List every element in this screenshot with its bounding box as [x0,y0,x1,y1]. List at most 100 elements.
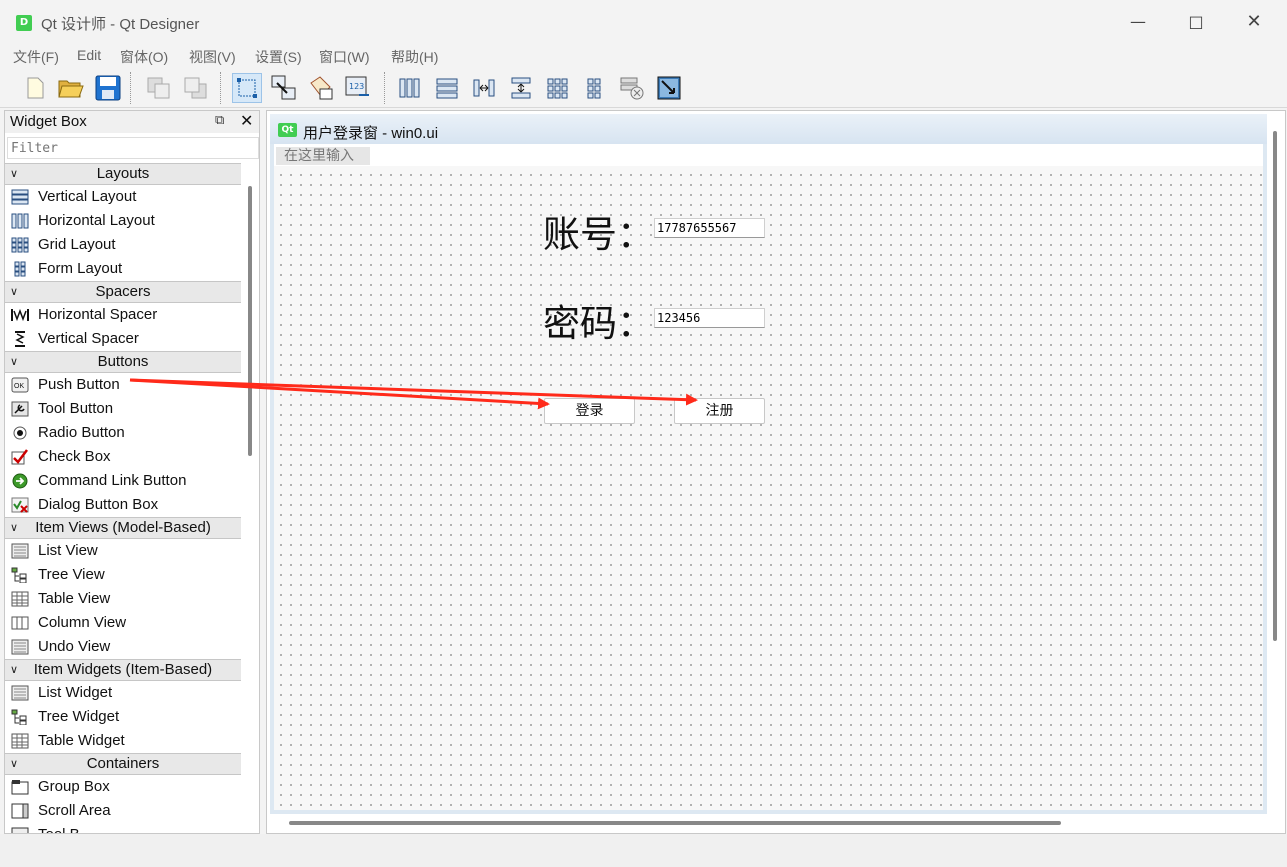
send-to-back-icon[interactable] [144,73,174,103]
login-button[interactable]: 登录 [544,398,635,424]
table-widget-icon [11,733,29,749]
group-box-icon [11,780,29,795]
widget-radio-button[interactable]: Radio Button [5,421,241,445]
layout-vertical-icon[interactable] [432,73,462,103]
password-input[interactable]: 123456 [654,308,765,328]
form-layout-icon [14,261,26,277]
widget-horizontal-spacer[interactable]: Horizontal Spacer [5,303,241,327]
widget-tool-box[interactable]: Tool B... [5,823,241,833]
widget-vertical-spacer[interactable]: Vertical Spacer [5,327,241,351]
menu-view[interactable]: 视图(V) [189,47,236,67]
menu-edit[interactable]: Edit [77,47,101,63]
form-title: 用户登录窗 - win0.ui [303,125,439,142]
layout-horizontal-icon[interactable] [395,73,425,103]
widget-table-widget[interactable]: Table Widget [5,729,241,753]
menu-window[interactable]: 窗口(W) [319,47,370,67]
widget-box-title: Widget Box [10,113,87,130]
form-menu-bar: 在这里输入 [274,144,1263,166]
widget-form-layout[interactable]: Form Layout [5,257,241,281]
category-spacers[interactable]: ∨ Spacers [5,281,241,303]
register-button[interactable]: 注册 [674,398,765,424]
account-label: 账号： [543,213,654,256]
horizontal-layout-icon [11,213,29,229]
form-canvas[interactable]: 账号： 17787655567 密码： 123456 登录 注册 [274,166,1263,810]
category-containers[interactable]: ∨ Containers [5,753,241,775]
scroll-area-icon [11,803,29,819]
check-box-icon [11,449,28,465]
save-icon[interactable] [93,73,123,103]
toolbar: 123 [0,68,1287,108]
break-layout-icon[interactable] [617,73,647,103]
widget-push-button[interactable]: OK Push Button [5,373,241,397]
widget-column-view[interactable]: Column View [5,611,241,635]
tool-button-icon [11,401,29,417]
layout-form-icon[interactable] [580,73,610,103]
menu-form[interactable]: 窗体(O) [120,47,168,67]
chevron-down-icon: ∨ [10,168,19,180]
close-panel-icon[interactable]: ✕ [240,111,253,130]
svg-text:OK: OK [14,383,24,390]
widget-dialog-button-box[interactable]: Dialog Button Box [5,493,241,517]
widget-tree-widget[interactable]: Tree Widget [5,705,241,729]
widget-check-box[interactable]: Check Box [5,445,241,469]
edit-tab-order-icon[interactable]: 123 [343,73,373,103]
chevron-down-icon: ∨ [10,758,19,770]
mdi-vertical-scrollbar[interactable] [1273,131,1277,641]
layout-splitter-horizontal-icon[interactable] [469,73,499,103]
close-icon[interactable]: ✕ [1244,12,1264,32]
svg-text:123: 123 [349,82,364,91]
category-layouts[interactable]: ∨ Layouts [5,163,241,185]
title-bar: D Qt 设计师 - Qt Designer — □ ✕ [0,0,1287,44]
filter-input[interactable] [7,137,259,159]
minimize-icon[interactable]: — [1128,12,1148,32]
widget-group-box[interactable]: Group Box [5,775,241,799]
menu-help[interactable]: 帮助(H) [391,47,438,67]
category-item-views[interactable]: ∨ Item Views (Model-Based) [5,517,241,539]
open-folder-icon[interactable] [56,73,86,103]
widget-horizontal-layout[interactable]: Horizontal Layout [5,209,241,233]
widget-tree-view[interactable]: Tree View [5,563,241,587]
widget-vertical-layout[interactable]: Vertical Layout [5,185,241,209]
mdi-area: Qt 用户登录窗 - win0.ui 在这里输入 账号： 17787655567… [266,110,1286,834]
menu-file[interactable]: 文件(F) [13,47,59,67]
dialog-button-box-icon [11,497,29,513]
radio-button-icon [13,426,27,440]
mdi-horizontal-scrollbar[interactable] [289,821,1061,825]
password-label: 密码： [543,302,654,345]
window-title: Qt 设计师 - Qt Designer [41,16,200,33]
widget-scroll-area[interactable]: Scroll Area [5,799,241,823]
widget-grid-layout[interactable]: Grid Layout [5,233,241,257]
chevron-down-icon: ∨ [10,286,19,298]
edit-signals-slots-icon[interactable] [269,73,299,103]
list-view-icon [11,543,29,559]
new-file-icon[interactable] [20,73,50,103]
chevron-down-icon: ∨ [10,356,19,368]
list-widget-icon [11,685,29,701]
vertical-layout-icon [11,189,29,205]
qt-designer-logo-icon: D [16,15,32,31]
widget-undo-view[interactable]: Undo View [5,635,241,659]
widget-tool-button[interactable]: Tool Button [5,397,241,421]
float-panel-icon[interactable]: ⧉ [215,113,224,128]
layout-grid-icon[interactable] [543,73,573,103]
edit-buddies-icon[interactable] [306,73,336,103]
horizontal-spacer-icon [11,308,29,322]
chevron-down-icon: ∨ [10,522,19,534]
type-here-menu[interactable]: 在这里输入 [276,147,370,165]
category-buttons[interactable]: ∨ Buttons [5,351,241,373]
layout-splitter-vertical-icon[interactable] [506,73,536,103]
column-view-icon [11,616,29,630]
category-item-widgets[interactable]: ∨ Item Widgets (Item-Based) [5,659,241,681]
widget-command-link-button[interactable]: Command Link Button [5,469,241,493]
maximize-icon[interactable]: □ [1186,12,1206,32]
widget-list-widget[interactable]: List Widget [5,681,241,705]
widget-list-view[interactable]: List View [5,539,241,563]
widget-table-view[interactable]: Table View [5,587,241,611]
account-input[interactable]: 17787655567 [654,218,765,238]
bring-to-front-icon[interactable] [181,73,211,103]
table-view-icon [11,591,29,607]
edit-widgets-icon[interactable] [232,73,262,103]
adjust-size-icon[interactable] [654,73,684,103]
widget-box-scrollbar[interactable] [248,186,252,456]
menu-settings[interactable]: 设置(S) [255,47,302,67]
